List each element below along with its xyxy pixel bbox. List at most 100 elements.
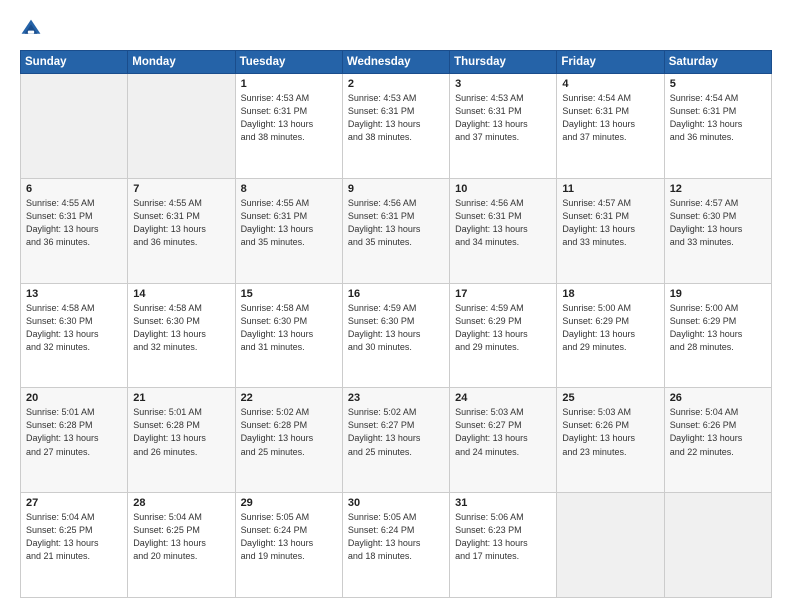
calendar-cell: 7 Sunrise: 4:55 AM Sunset: 6:31 PM Daylig… bbox=[128, 178, 235, 283]
calendar-cell: 21Sunrise: 5:01 AM Sunset: 6:28 PM Dayli… bbox=[128, 388, 235, 493]
day-number: 8 bbox=[241, 183, 337, 195]
day-info: Sunrise: 4:55 AM Sunset: 6:31 PM Dayligh… bbox=[26, 197, 122, 249]
calendar-cell: 3 Sunrise: 4:53 AM Sunset: 6:31 PM Daylig… bbox=[450, 74, 557, 179]
calendar-cell: 29 Sunrise: 5:05 AM Sunset: 6:24 PM Dayli… bbox=[235, 493, 342, 598]
day-info: Sunrise: 4:58 AM Sunset: 6:30 PM Dayligh… bbox=[133, 302, 229, 354]
day-info: Sunrise: 4:56 AM Sunset: 6:31 PM Dayligh… bbox=[455, 197, 551, 249]
logo-icon bbox=[20, 18, 42, 40]
page: SundayMondayTuesdayWednesdayThursdayFrid… bbox=[0, 0, 792, 612]
calendar-cell: 30Sunrise: 5:05 AM Sunset: 6:24 PM Dayli… bbox=[342, 493, 449, 598]
day-info: Sunrise: 5:00 AM Sunset: 6:29 PM Dayligh… bbox=[562, 302, 658, 354]
day-info: Sunrise: 4:55 AM Sunset: 6:31 PM Dayligh… bbox=[241, 197, 337, 249]
day-info: Sunrise: 5:04 AM Sunset: 6:26 PM Dayligh… bbox=[670, 406, 766, 458]
calendar-cell: 23 Sunrise: 5:02 AM Sunset: 6:27 PM Dayli… bbox=[342, 388, 449, 493]
day-info: Sunrise: 5:02 AM Sunset: 6:27 PM Dayligh… bbox=[348, 406, 444, 458]
calendar-cell bbox=[557, 493, 664, 598]
day-info: Sunrise: 4:53 AM Sunset: 6:31 PM Dayligh… bbox=[241, 92, 337, 144]
day-info: Sunrise: 5:00 AM Sunset: 6:29 PM Dayligh… bbox=[670, 302, 766, 354]
day-number: 3 bbox=[455, 78, 551, 90]
calendar-cell: 18 Sunrise: 5:00 AM Sunset: 6:29 PM Dayli… bbox=[557, 283, 664, 388]
day-info: Sunrise: 4:54 AM Sunset: 6:31 PM Dayligh… bbox=[562, 92, 658, 144]
day-number: 15 bbox=[241, 288, 337, 300]
day-info: Sunrise: 4:55 AM Sunset: 6:31 PM Dayligh… bbox=[133, 197, 229, 249]
week-row-4: 20 Sunrise: 5:01 AM Sunset: 6:28 PM Dayli… bbox=[21, 388, 772, 493]
calendar-cell: 28Sunrise: 5:04 AM Sunset: 6:25 PM Dayli… bbox=[128, 493, 235, 598]
day-number: 4 bbox=[562, 78, 658, 90]
calendar-cell: 5 Sunrise: 4:54 AM Sunset: 6:31 PM Daylig… bbox=[664, 74, 771, 179]
day-info: Sunrise: 5:02 AM Sunset: 6:28 PM Dayligh… bbox=[241, 406, 337, 458]
calendar-cell: 16 Sunrise: 4:59 AM Sunset: 6:30 PM Dayli… bbox=[342, 283, 449, 388]
day-number: 24 bbox=[455, 392, 551, 404]
calendar-cell: 2 Sunrise: 4:53 AM Sunset: 6:31 PM Daylig… bbox=[342, 74, 449, 179]
day-number: 16 bbox=[348, 288, 444, 300]
day-number: 2 bbox=[348, 78, 444, 90]
weekday-monday: Monday bbox=[128, 51, 235, 74]
header bbox=[20, 18, 772, 40]
calendar-cell: 31 Sunrise: 5:06 AM Sunset: 6:23 PM Dayli… bbox=[450, 493, 557, 598]
day-info: Sunrise: 5:01 AM Sunset: 6:28 PM Dayligh… bbox=[26, 406, 122, 458]
day-number: 25 bbox=[562, 392, 658, 404]
calendar-cell: 6 Sunrise: 4:55 AM Sunset: 6:31 PM Daylig… bbox=[21, 178, 128, 283]
day-info: Sunrise: 5:04 AM Sunset: 6:25 PM Dayligh… bbox=[133, 511, 229, 563]
week-row-1: 1 Sunrise: 4:53 AM Sunset: 6:31 PM Daylig… bbox=[21, 74, 772, 179]
day-info: Sunrise: 4:58 AM Sunset: 6:30 PM Dayligh… bbox=[26, 302, 122, 354]
day-number: 10 bbox=[455, 183, 551, 195]
calendar-cell: 17 Sunrise: 4:59 AM Sunset: 6:29 PM Dayli… bbox=[450, 283, 557, 388]
day-number: 13 bbox=[26, 288, 122, 300]
calendar-table: SundayMondayTuesdayWednesdayThursdayFrid… bbox=[20, 50, 772, 598]
day-info: Sunrise: 5:06 AM Sunset: 6:23 PM Dayligh… bbox=[455, 511, 551, 563]
calendar-cell: 9 Sunrise: 4:56 AM Sunset: 6:31 PM Daylig… bbox=[342, 178, 449, 283]
day-info: Sunrise: 4:58 AM Sunset: 6:30 PM Dayligh… bbox=[241, 302, 337, 354]
day-number: 5 bbox=[670, 78, 766, 90]
calendar-cell bbox=[128, 74, 235, 179]
day-number: 7 bbox=[133, 183, 229, 195]
calendar-cell: 27Sunrise: 5:04 AM Sunset: 6:25 PM Dayli… bbox=[21, 493, 128, 598]
weekday-tuesday: Tuesday bbox=[235, 51, 342, 74]
calendar-cell: 25 Sunrise: 5:03 AM Sunset: 6:26 PM Dayli… bbox=[557, 388, 664, 493]
day-number: 11 bbox=[562, 183, 658, 195]
calendar-cell: 1 Sunrise: 4:53 AM Sunset: 6:31 PM Daylig… bbox=[235, 74, 342, 179]
weekday-wednesday: Wednesday bbox=[342, 51, 449, 74]
day-number: 20 bbox=[26, 392, 122, 404]
day-info: Sunrise: 4:54 AM Sunset: 6:31 PM Dayligh… bbox=[670, 92, 766, 144]
day-info: Sunrise: 4:59 AM Sunset: 6:29 PM Dayligh… bbox=[455, 302, 551, 354]
day-number: 29 bbox=[241, 497, 337, 509]
day-info: Sunrise: 4:56 AM Sunset: 6:31 PM Dayligh… bbox=[348, 197, 444, 249]
calendar-cell: 19 Sunrise: 5:00 AM Sunset: 6:29 PM Dayli… bbox=[664, 283, 771, 388]
day-number: 26 bbox=[670, 392, 766, 404]
day-number: 22 bbox=[241, 392, 337, 404]
calendar-cell: 4 Sunrise: 4:54 AM Sunset: 6:31 PM Daylig… bbox=[557, 74, 664, 179]
calendar-cell: 20 Sunrise: 5:01 AM Sunset: 6:28 PM Dayli… bbox=[21, 388, 128, 493]
day-info: Sunrise: 4:53 AM Sunset: 6:31 PM Dayligh… bbox=[455, 92, 551, 144]
day-number: 30 bbox=[348, 497, 444, 509]
day-info: Sunrise: 5:03 AM Sunset: 6:27 PM Dayligh… bbox=[455, 406, 551, 458]
day-number: 6 bbox=[26, 183, 122, 195]
day-info: Sunrise: 4:53 AM Sunset: 6:31 PM Dayligh… bbox=[348, 92, 444, 144]
day-number: 31 bbox=[455, 497, 551, 509]
weekday-friday: Friday bbox=[557, 51, 664, 74]
day-number: 18 bbox=[562, 288, 658, 300]
day-number: 19 bbox=[670, 288, 766, 300]
calendar-cell: 12 Sunrise: 4:57 AM Sunset: 6:30 PM Dayli… bbox=[664, 178, 771, 283]
calendar-cell: 22 Sunrise: 5:02 AM Sunset: 6:28 PM Dayli… bbox=[235, 388, 342, 493]
day-info: Sunrise: 5:03 AM Sunset: 6:26 PM Dayligh… bbox=[562, 406, 658, 458]
day-number: 9 bbox=[348, 183, 444, 195]
calendar-cell: 13 Sunrise: 4:58 AM Sunset: 6:30 PM Dayli… bbox=[21, 283, 128, 388]
weekday-thursday: Thursday bbox=[450, 51, 557, 74]
calendar-cell: 26 Sunrise: 5:04 AM Sunset: 6:26 PM Dayli… bbox=[664, 388, 771, 493]
day-info: Sunrise: 5:01 AM Sunset: 6:28 PM Dayligh… bbox=[133, 406, 229, 458]
calendar-cell: 10 Sunrise: 4:56 AM Sunset: 6:31 PM Dayli… bbox=[450, 178, 557, 283]
calendar-cell: 24 Sunrise: 5:03 AM Sunset: 6:27 PM Dayli… bbox=[450, 388, 557, 493]
calendar-cell bbox=[21, 74, 128, 179]
calendar-cell: 14Sunrise: 4:58 AM Sunset: 6:30 PM Dayli… bbox=[128, 283, 235, 388]
calendar-body: 1 Sunrise: 4:53 AM Sunset: 6:31 PM Daylig… bbox=[21, 74, 772, 598]
day-number: 12 bbox=[670, 183, 766, 195]
calendar-cell: 11Sunrise: 4:57 AM Sunset: 6:31 PM Dayli… bbox=[557, 178, 664, 283]
day-number: 23 bbox=[348, 392, 444, 404]
weekday-sunday: Sunday bbox=[21, 51, 128, 74]
day-info: Sunrise: 4:57 AM Sunset: 6:30 PM Dayligh… bbox=[670, 197, 766, 249]
day-info: Sunrise: 5:05 AM Sunset: 6:24 PM Dayligh… bbox=[241, 511, 337, 563]
day-number: 17 bbox=[455, 288, 551, 300]
day-info: Sunrise: 4:59 AM Sunset: 6:30 PM Dayligh… bbox=[348, 302, 444, 354]
day-number: 1 bbox=[241, 78, 337, 90]
